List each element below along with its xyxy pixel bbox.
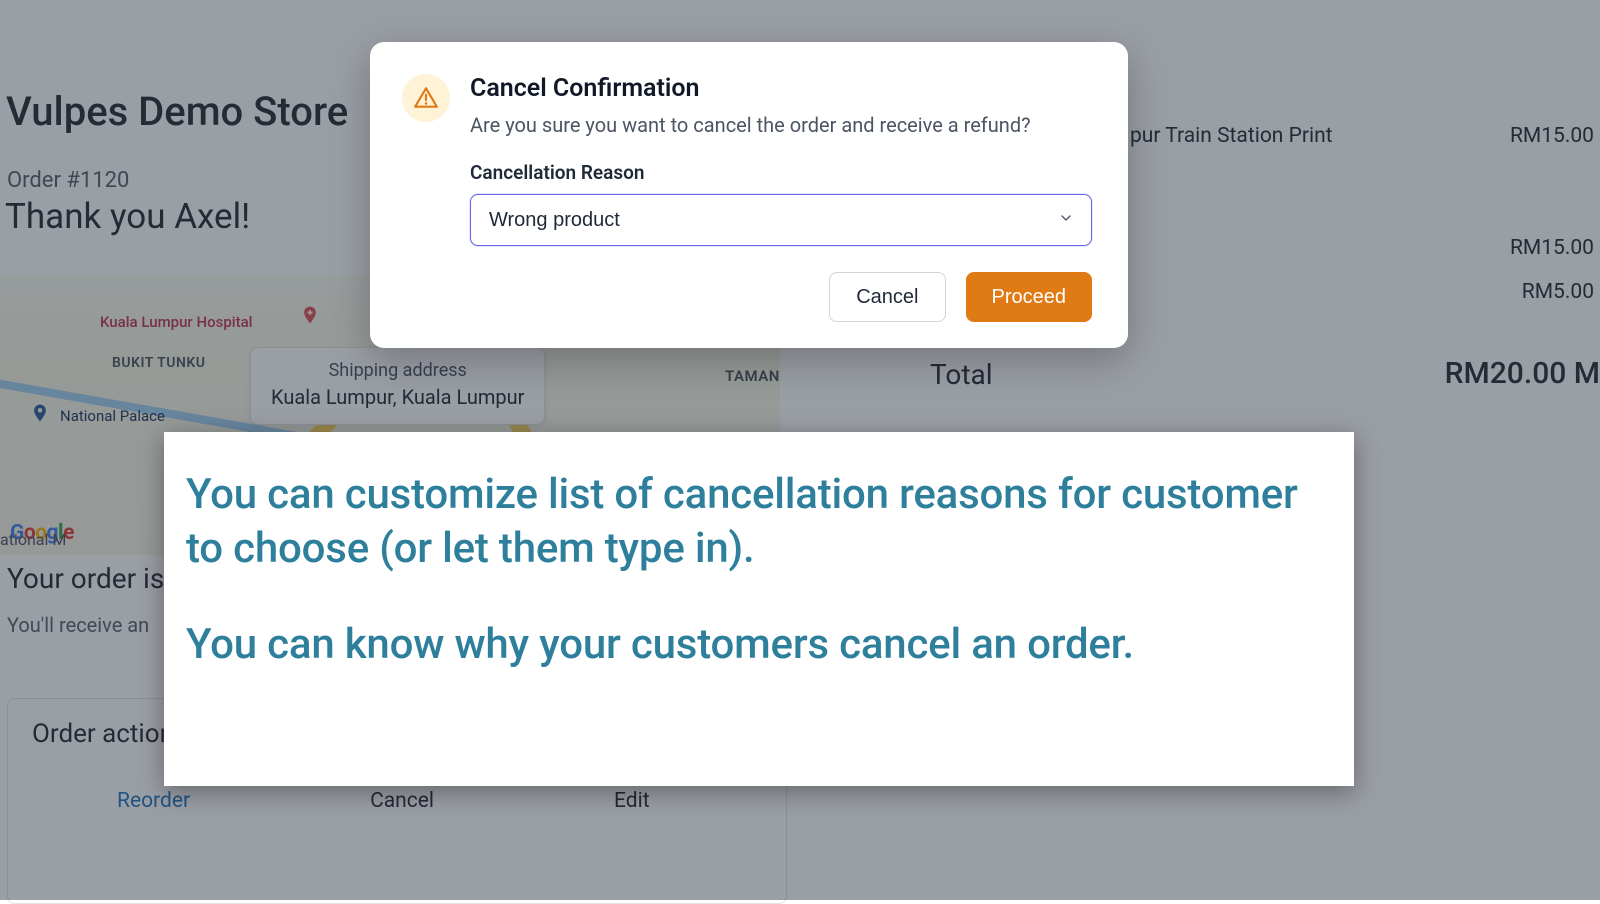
marketing-annotation: You can customize list of cancellation r… bbox=[164, 432, 1354, 786]
modal-title: Cancel Confirmation bbox=[470, 74, 1092, 103]
cancel-button[interactable]: Cancel bbox=[829, 272, 945, 322]
annotation-line-1: You can customize list of cancellation r… bbox=[186, 468, 1314, 576]
annotation-line-2: You can know why your customers cancel a… bbox=[186, 618, 1314, 672]
proceed-button[interactable]: Proceed bbox=[966, 272, 1093, 322]
warning-icon bbox=[402, 74, 450, 122]
cancel-confirmation-modal: Cancel Confirmation Are you sure you wan… bbox=[370, 42, 1128, 348]
cancellation-reason-select[interactable]: Wrong product bbox=[470, 194, 1092, 246]
modal-description: Are you sure you want to cancel the orde… bbox=[470, 113, 1092, 137]
reason-field-label: Cancellation Reason bbox=[470, 161, 1092, 184]
